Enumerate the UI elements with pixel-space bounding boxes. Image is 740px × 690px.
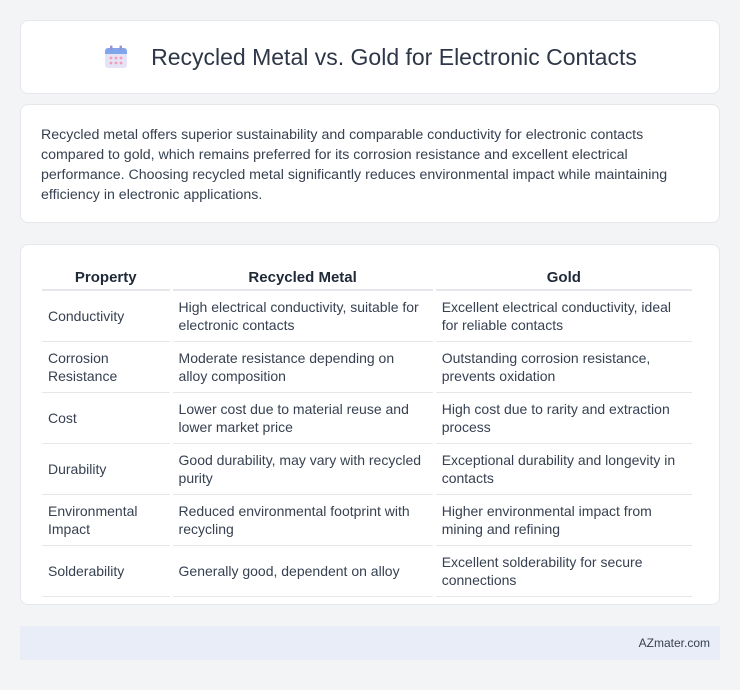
column-header-recycled-metal: Recycled Metal <box>172 266 433 291</box>
property-cell: Conductivity <box>42 291 170 342</box>
gold-cell: Exceptional durability and longevity in … <box>435 444 692 495</box>
column-header-gold: Gold <box>435 266 692 291</box>
table-header-row: Property Recycled Metal Gold <box>42 266 692 291</box>
calendar-icon <box>103 44 129 70</box>
intro-paragraph: Recycled metal offers superior sustainab… <box>41 127 668 203</box>
gold-cell: Excellent solderability for secure conne… <box>435 546 692 597</box>
recycled-metal-cell: Good durability, may vary with recycled … <box>172 444 433 495</box>
recycled-metal-cell: Moderate resistance depending on alloy c… <box>172 342 433 393</box>
intro-card: Recycled metal offers superior sustainab… <box>20 104 720 223</box>
property-cell: Solderability <box>42 546 170 597</box>
table-row: Environmental Impact Reduced environment… <box>42 495 692 546</box>
title-wrap: Recycled Metal vs. Gold for Electronic C… <box>103 44 637 71</box>
recycled-metal-cell: Generally good, dependent on alloy <box>172 546 433 597</box>
recycled-metal-cell: High electrical conductivity, suitable f… <box>172 291 433 342</box>
recycled-metal-cell: Lower cost due to material reuse and low… <box>172 393 433 444</box>
table-row: Cost Lower cost due to material reuse an… <box>42 393 692 444</box>
gold-cell: High cost due to rarity and extraction p… <box>435 393 692 444</box>
comparison-table-card: Property Recycled Metal Gold Conductivit… <box>20 244 720 605</box>
table-row: Durability Good durability, may vary wit… <box>42 444 692 495</box>
header-card: Recycled Metal vs. Gold for Electronic C… <box>20 20 720 94</box>
page-title: Recycled Metal vs. Gold for Electronic C… <box>151 43 637 70</box>
table-row: Solderability Generally good, dependent … <box>42 546 692 597</box>
column-header-property: Property <box>42 266 170 291</box>
table-row: Corrosion Resistance Moderate resistance… <box>42 342 692 393</box>
gold-cell: Outstanding corrosion resistance, preven… <box>435 342 692 393</box>
gold-cell: Higher environmental impact from mining … <box>435 495 692 546</box>
property-cell: Environmental Impact <box>42 495 170 546</box>
property-cell: Corrosion Resistance <box>42 342 170 393</box>
property-cell: Cost <box>42 393 170 444</box>
comparison-table: Property Recycled Metal Gold Conductivit… <box>39 266 695 597</box>
footer-site-name: AZmater.com <box>638 636 710 650</box>
table-row: Conductivity High electrical conductivit… <box>42 291 692 342</box>
recycled-metal-cell: Reduced environmental footprint with rec… <box>172 495 433 546</box>
footer-bar: AZmater.com <box>20 626 720 660</box>
property-cell: Durability <box>42 444 170 495</box>
gold-cell: Excellent electrical conductivity, ideal… <box>435 291 692 342</box>
